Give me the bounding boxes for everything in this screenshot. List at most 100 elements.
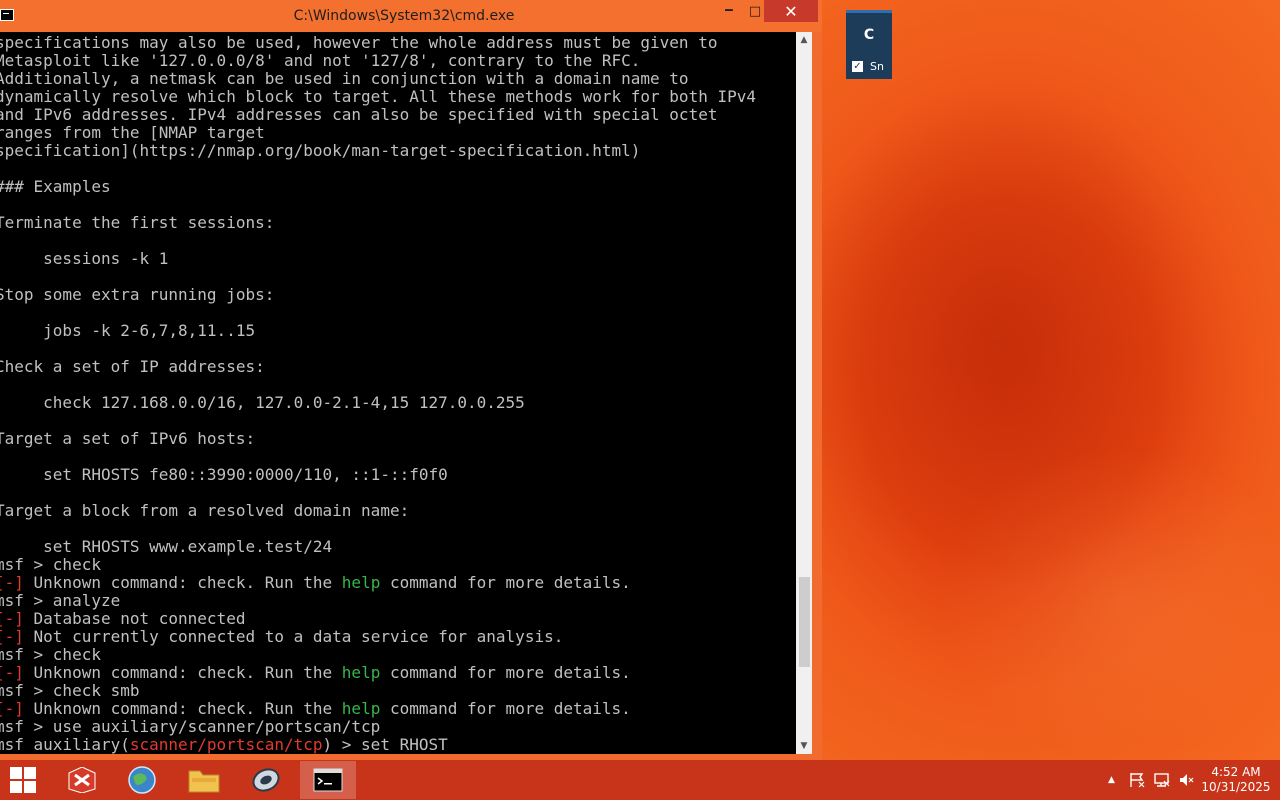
console-segment: ### Examples [0,177,111,196]
console-line: Terminate the first sessions: [0,214,756,232]
console-segment: specifications may also be used, however… [0,33,718,52]
console-segment: Terminate the first sessions: [0,213,275,232]
close-icon: ✕ [784,1,798,21]
console-line [0,160,756,178]
console-line [0,484,756,502]
console-line: [-] Unknown command: check. Run the help… [0,574,756,592]
console-segment: command for more details. [380,573,631,592]
console-segment: msf > check smb [0,681,140,700]
window-title: C:\Windows\System32\cmd.exe [293,8,515,24]
console-segment: [-] [0,663,24,682]
console-segment: help [341,573,381,592]
console-segment: Target a block from a resolved domain na… [0,501,410,520]
taskbar-file-explorer[interactable] [176,761,232,799]
maximize-icon: □ [748,3,762,19]
taskbar-ftp-app[interactable] [54,761,110,799]
desktop-wallpaper [820,0,1280,760]
close-button[interactable]: ✕ [764,0,818,22]
console-line: Target a set of IPv6 hosts: [0,430,756,448]
console-line: Check a set of IP addresses: [0,358,756,376]
console-segment: and IPv6 addresses. IPv4 addresses can a… [0,105,718,124]
console-lines: specifications may also be used, however… [0,34,756,754]
console-segment: [-] [0,627,24,646]
network-monitor-icon [1154,773,1170,787]
notification-title: C [863,27,875,43]
console-segment [0,159,5,178]
console-segment: msf auxiliary( [0,735,130,754]
start-button[interactable] [0,761,46,799]
console-segment: Not currently connected to a data servic… [23,627,564,646]
console-line: ranges from the [NMAP target [0,124,756,142]
console-segment: ) > set RHOST [322,735,448,754]
console-segment: msf > check [0,645,101,664]
vertical-scrollbar[interactable]: ▲ ▼ [796,32,812,754]
console-line: msf > check smb [0,682,756,700]
console-line: [-] Not currently connected to a data se… [0,628,756,646]
console-line: set RHOSTS www.example.test/24 [0,538,756,556]
title-bar[interactable]: C:\Windows\System32\cmd.exe 🗕 □ ✕ [0,0,822,32]
console-segment [0,483,5,502]
console-segment: [-] [0,609,24,628]
console-segment [0,447,5,466]
console-segment: Unknown command: check. Run the [23,573,342,592]
console-line: specifications may also be used, however… [0,34,756,52]
taskbar-network-app[interactable] [238,761,294,799]
console-line: specification](https://nmap.org/book/man… [0,142,756,160]
console-line: ### Examples [0,178,756,196]
scroll-down-icon[interactable]: ▼ [796,738,812,754]
console-segment: check 127.168.0.0/16, 127.0.0-2.1-4,15 1… [0,393,525,412]
console-line: sessions -k 1 [0,250,756,268]
console-line [0,196,756,214]
console-segment: help [341,699,381,718]
console-line: Target a block from a resolved domain na… [0,502,756,520]
console-segment [0,375,5,394]
volume-muted-icon[interactable] [1178,760,1194,800]
console-segment: Check a set of IP addresses: [0,357,265,376]
taskbar-browser[interactable] [114,761,170,799]
notification-card[interactable]: C ✓ Sn [846,10,892,79]
windows-logo-icon [10,767,36,793]
console-segment [0,195,5,214]
console-segment: msf > analyze [0,591,121,610]
console-output[interactable]: specifications may also be used, however… [0,32,796,754]
console-segment: [-] [0,573,24,592]
console-line: Additionally, a netmask can be used in c… [0,70,756,88]
console-segment [0,231,5,250]
scrollbar-thumb[interactable] [799,577,810,667]
console-segment: set RHOSTS www.example.test/24 [0,537,333,556]
network-icon[interactable] [1153,760,1171,800]
console-line: Stop some extra running jobs: [0,286,756,304]
console-line: msf > analyze [0,592,756,610]
scroll-up-icon[interactable]: ▲ [796,32,812,48]
console-segment: Unknown command: check. Run the [23,663,342,682]
console-segment: Stop some extra running jobs: [0,285,275,304]
clock-time: 4:52 AM [1211,765,1261,779]
console-line: msf > check [0,646,756,664]
console-line: [-] Unknown command: check. Run the help… [0,700,756,718]
action-center-flag-icon[interactable] [1128,760,1146,800]
console-segment [0,339,5,358]
console-segment: msf > check [0,555,101,574]
clock-date: 10/31/2025 [1201,780,1271,794]
checkbox-icon[interactable]: ✓ [852,61,863,72]
console-line: jobs -k 2-6,7,8,11..15 [0,322,756,340]
console-line: msf auxiliary(scanner/portscan/tcp) > se… [0,736,756,754]
console-segment: sessions -k 1 [0,249,169,268]
console-segment: specification](https://nmap.org/book/man… [0,141,641,160]
console-line: dynamically resolve which block to targe… [0,88,756,106]
browser-globe-icon [128,766,156,794]
console-segment: help [341,663,381,682]
console-line: [-] Database not connected [0,610,756,628]
console-segment: Metasploit like '127.0.0.0/8' and not '1… [0,51,641,70]
speaker-icon [1180,774,1194,786]
tray-chevron-icon[interactable]: ▲ [1108,760,1115,800]
taskbar-cmd[interactable] [300,761,356,799]
console-segment [0,303,5,322]
console-line: set RHOSTS fe80::3990:0000/110, ::1-::f0… [0,466,756,484]
console-segment: scanner/portscan/tcp [129,735,323,754]
console-line [0,232,756,250]
taskbar-clock[interactable]: 4:52 AM 10/31/2025 [1196,765,1276,795]
cmd-window[interactable]: C:\Windows\System32\cmd.exe 🗕 □ ✕ specif… [0,0,822,760]
console-segment: Unknown command: check. Run the [23,699,342,718]
console-segment: [-] [0,699,24,718]
